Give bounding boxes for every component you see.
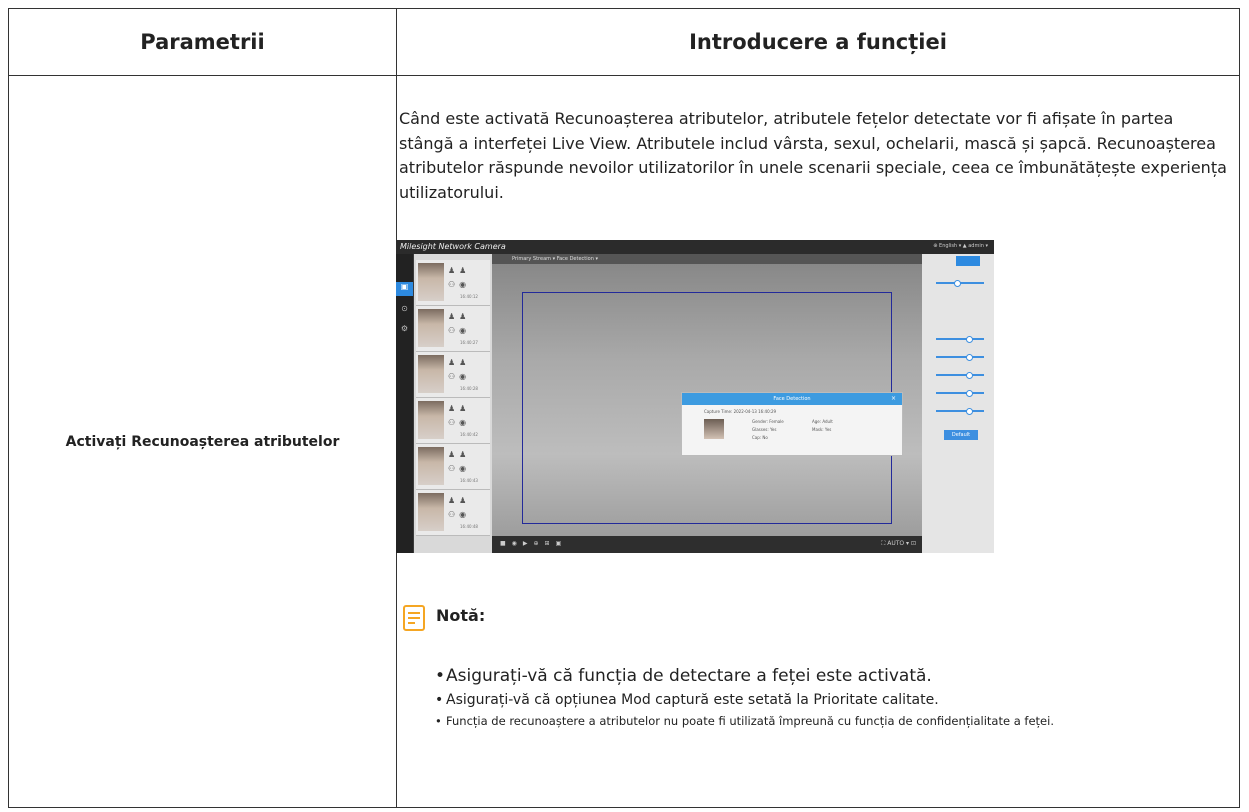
cap: Cap: No xyxy=(752,435,768,440)
attribute-icons: ♟♟ xyxy=(448,312,471,321)
image-settings-panel: Default xyxy=(922,254,994,553)
slider xyxy=(936,372,984,379)
list-item: Asigurați-vă că opțiunea Mod captură est… xyxy=(435,688,1235,712)
function-description: Când este activată Recunoașterea atribut… xyxy=(399,109,1227,202)
face-card: ♟♟ ⚇◉ 16:40:27 xyxy=(416,306,490,352)
default-button: Default xyxy=(944,430,978,440)
attribute-icons: ⚇◉ xyxy=(448,280,471,289)
attribute-icons: ♟♟ xyxy=(448,496,471,505)
age: Age: Adult xyxy=(812,419,833,424)
note-title: Notă: xyxy=(436,606,486,625)
playback-icon: ⊙ xyxy=(401,304,408,313)
slider xyxy=(936,336,984,343)
dialog-title: Face Detection xyxy=(773,396,811,402)
attribute-icons: ⚇◉ xyxy=(448,326,471,335)
slider xyxy=(936,280,984,287)
camera-logo: Milesight Network Camera xyxy=(400,242,506,251)
capture-time: 16:40:12 xyxy=(460,294,478,299)
capture-time: Capture Time: 2022-04-13 16:40:29 xyxy=(704,409,777,414)
face-card: ♟♟ ⚇◉ 16:40:28 xyxy=(416,352,490,398)
parameter-name: Activați Recunoașterea atributelor xyxy=(65,433,340,450)
attribute-icons: ♟♟ xyxy=(448,266,471,275)
header-function-intro: Introducere a funcției xyxy=(689,30,947,54)
attribute-icons: ⚇◉ xyxy=(448,510,471,519)
attribute-icons: ⚇◉ xyxy=(448,418,471,427)
slider xyxy=(936,390,984,397)
capture-time: 16:40:43 xyxy=(460,478,478,483)
face-photo xyxy=(418,401,444,439)
face-capture-list: ♟♟ ⚇◉ 16:40:12 ♟♟ ⚇◉ 16:40:27 ♟♟ ⚇◉ 16:4… xyxy=(414,254,492,553)
live-video: Face Detection × Capture Time: 2022-04-1… xyxy=(492,264,922,536)
face-card: ♟♟ ⚇◉ 16:40:48 xyxy=(416,490,490,536)
header-parameters: Parametrii xyxy=(140,30,265,54)
video-toolbar: ■◉▶⊕⊞▣ ⛶ AUTO ▾ ⊡ xyxy=(492,536,922,553)
language-user-menu: ⊕ English ▾ ▲ admin ▾ xyxy=(933,243,988,249)
capture-time: 16:40:48 xyxy=(460,524,478,529)
attribute-icons: ♟♟ xyxy=(448,358,471,367)
live-view-icon: ▣ xyxy=(396,282,413,296)
close-icon: × xyxy=(890,395,896,402)
face-card: ♟♟ ⚇◉ 16:40:43 xyxy=(416,444,490,490)
face-photo xyxy=(418,355,444,393)
camera-topbar: Milesight Network Camera ⊕ English ▾ ▲ a… xyxy=(396,240,994,254)
face-detection-dialog: Face Detection × Capture Time: 2022-04-1… xyxy=(681,392,903,456)
panel-tab-active xyxy=(956,256,980,266)
face-card: ♟♟ ⚇◉ 16:40:42 xyxy=(416,398,490,444)
attribute-icons: ♟♟ xyxy=(448,450,471,459)
settings-icon: ⚙ xyxy=(400,324,409,333)
attribute-icons: ⚇◉ xyxy=(448,464,471,473)
attribute-icons: ⚇◉ xyxy=(448,372,471,381)
face-card: ♟♟ ⚇◉ 16:40:12 xyxy=(416,260,490,306)
note-list: Asigurați-vă că funcția de detectare a f… xyxy=(435,664,1235,731)
list-item: Funcția de recunoaștere a atributelor nu… xyxy=(435,712,1236,731)
stream-select: Primary Stream ▾ Face Detection ▾ xyxy=(512,256,598,262)
face-photo xyxy=(418,447,444,485)
stream-select-bar: Primary Stream ▾ Face Detection ▾ xyxy=(492,254,922,264)
gender: Gender: Female xyxy=(752,419,784,424)
capture-time: 16:40:42 xyxy=(460,432,478,437)
face-photo xyxy=(418,263,444,301)
attribute-icons: ♟♟ xyxy=(448,404,471,413)
live-view-screenshot: Milesight Network Camera ⊕ English ▾ ▲ a… xyxy=(396,240,994,553)
glasses: Glasses: Yes xyxy=(752,427,777,432)
capture-time: 16:40:27 xyxy=(460,340,478,345)
note-icon xyxy=(403,605,425,631)
dialog-header: Face Detection × xyxy=(682,393,902,405)
toolbar-icons: ■◉▶⊕⊞▣ xyxy=(500,540,568,547)
dialog-body: Capture Time: 2022-04-13 16:40:29 Gender… xyxy=(682,407,902,455)
face-photo xyxy=(418,309,444,347)
camera-left-nav: ▣ ⊙ ⚙ xyxy=(396,254,413,553)
slider xyxy=(936,354,984,361)
face-photo xyxy=(418,493,444,531)
face-photo xyxy=(704,419,724,439)
display-mode: ⛶ AUTO ▾ ⊡ xyxy=(881,540,916,547)
slider xyxy=(936,408,984,415)
list-item: Asigurați-vă că funcția de detectare a f… xyxy=(435,664,1235,688)
mask: Mask: Yes xyxy=(812,427,832,432)
capture-time: 16:40:28 xyxy=(460,386,478,391)
